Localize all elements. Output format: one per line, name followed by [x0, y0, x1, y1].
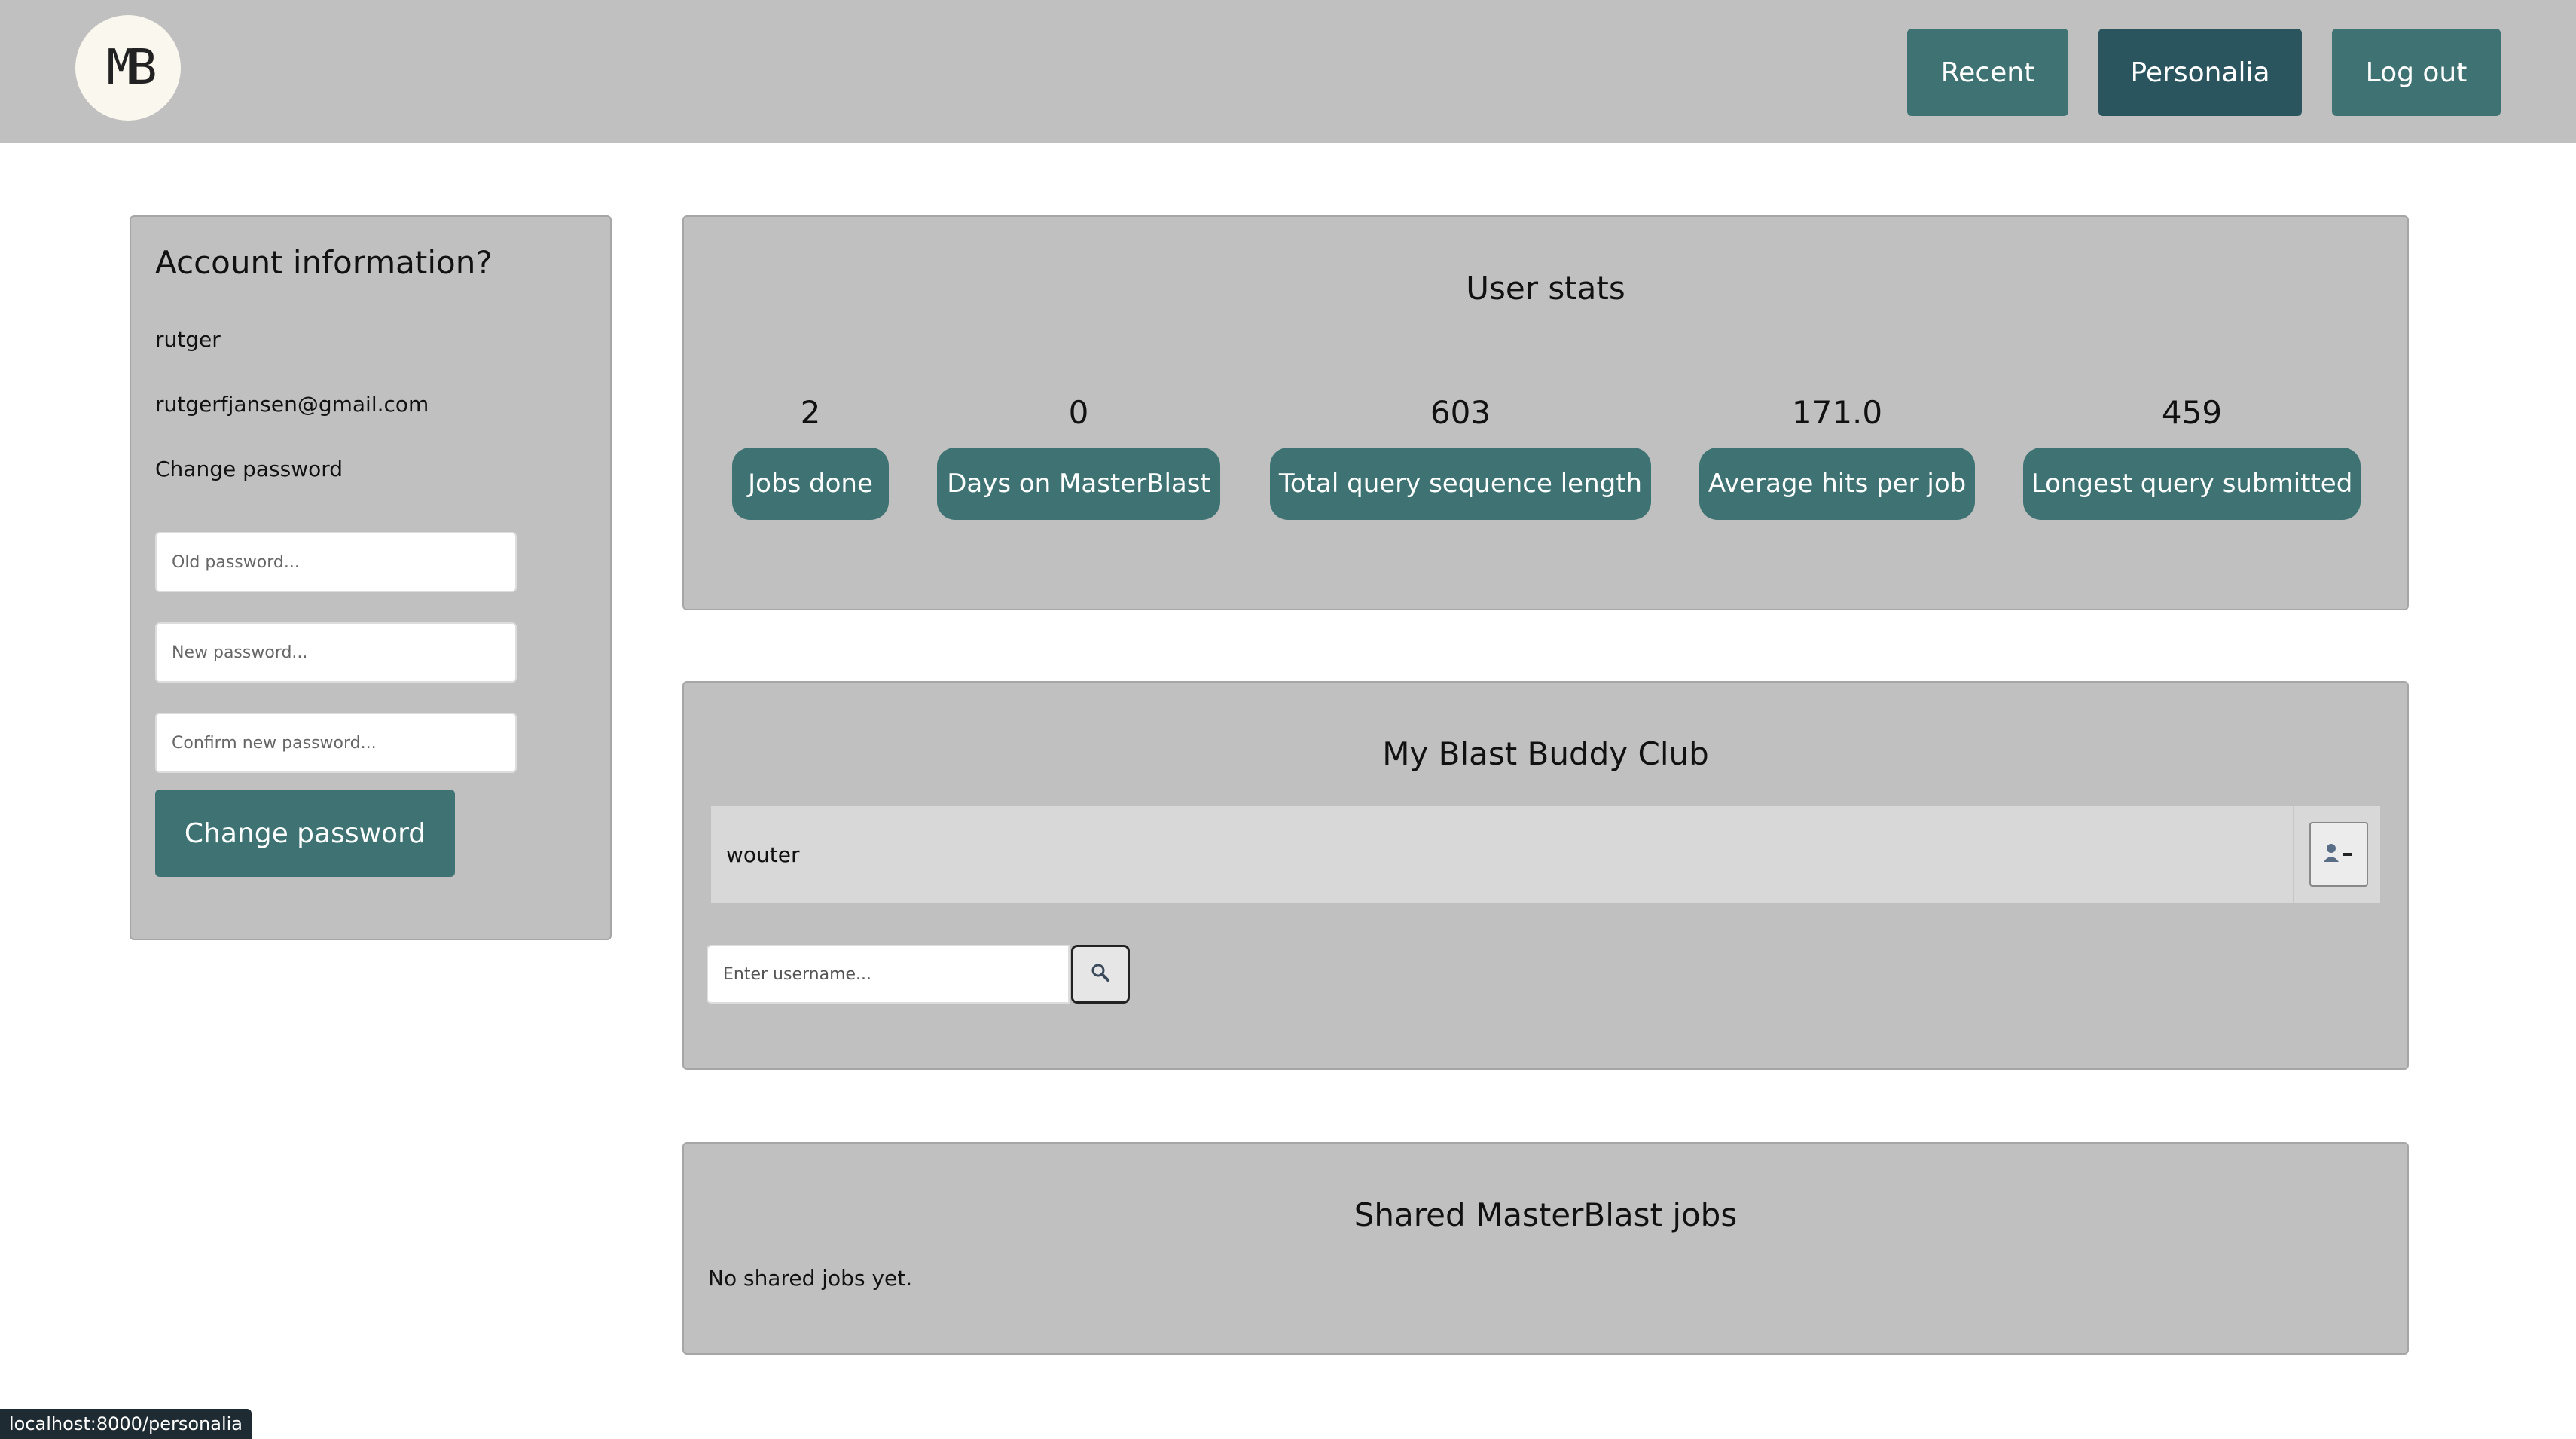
- nav-personalia-button[interactable]: Personalia: [2098, 29, 2302, 116]
- nav-personalia-label: Personalia: [2130, 57, 2270, 88]
- change-password-button[interactable]: Change password: [155, 790, 455, 877]
- buddy-name: wouter: [726, 842, 800, 867]
- stat-label: Days on MasterBlast: [937, 448, 1220, 520]
- stat-average-hits: 171.0 Average hits per job: [1699, 390, 1975, 520]
- nav-logout-label: Log out: [2365, 57, 2468, 88]
- buddy-divider: [2293, 806, 2294, 903]
- stat-total-query-length: 603 Total query sequence length: [1270, 390, 1651, 520]
- logo[interactable]: MB: [75, 15, 181, 121]
- stat-label: Jobs done: [732, 448, 889, 520]
- stat-value: 603: [1430, 394, 1491, 431]
- stat-longest-query: 459 Longest query submitted: [2023, 390, 2361, 520]
- nav-logout-button[interactable]: Log out: [2332, 29, 2501, 116]
- change-password-button-label: Change password: [184, 817, 426, 849]
- buddy-club-title: My Blast Buddy Club: [1382, 735, 1709, 772]
- remove-user-icon: [2322, 841, 2355, 869]
- stat-label: Total query sequence length: [1270, 448, 1651, 520]
- account-username: rutger: [155, 327, 221, 352]
- stat-value: 459: [2161, 394, 2223, 431]
- stat-jobs-done: 2 Jobs done: [732, 390, 889, 520]
- user-stats-panel: User stats 2 Jobs done 0 Days on MasterB…: [682, 215, 2409, 610]
- buddy-club-panel: My Blast Buddy Club wouter: [682, 681, 2409, 1070]
- nav-recent-label: Recent: [1940, 57, 2035, 88]
- link-status-bar: localhost:8000/personalia: [0, 1409, 252, 1439]
- remove-buddy-button[interactable]: [2309, 822, 2368, 887]
- account-panel: Account information? rutger rutgerfjanse…: [130, 215, 612, 940]
- shared-jobs-empty-text: No shared jobs yet.: [708, 1266, 913, 1291]
- user-stats-title: User stats: [1466, 270, 1625, 307]
- stat-label: Longest query submitted: [2023, 448, 2361, 520]
- username-search-input[interactable]: [707, 945, 1070, 1004]
- search-icon: [1088, 961, 1113, 988]
- buddy-list-item: wouter: [711, 806, 2380, 903]
- shared-jobs-panel: Shared MasterBlast jobs No shared jobs y…: [682, 1142, 2409, 1355]
- stat-label: Average hits per job: [1699, 448, 1975, 520]
- new-password-input[interactable]: [155, 622, 517, 683]
- shared-jobs-title: Shared MasterBlast jobs: [1354, 1196, 1738, 1233]
- nav-recent-button[interactable]: Recent: [1907, 29, 2068, 116]
- stat-days-on-masterblast: 0 Days on MasterBlast: [937, 390, 1220, 520]
- logo-text: MB: [106, 40, 157, 96]
- search-user-button[interactable]: [1071, 945, 1130, 1004]
- old-password-input[interactable]: [155, 532, 517, 592]
- change-password-heading: Change password: [155, 457, 343, 481]
- account-email: rutgerfjansen@gmail.com: [155, 392, 429, 417]
- confirm-password-input[interactable]: [155, 713, 517, 773]
- stat-value: 0: [1068, 394, 1089, 431]
- account-title: Account information?: [155, 244, 493, 281]
- stat-value: 171.0: [1791, 394, 1883, 431]
- stat-value: 2: [800, 394, 821, 431]
- top-header: MB Recent Personalia Log out: [0, 0, 2576, 143]
